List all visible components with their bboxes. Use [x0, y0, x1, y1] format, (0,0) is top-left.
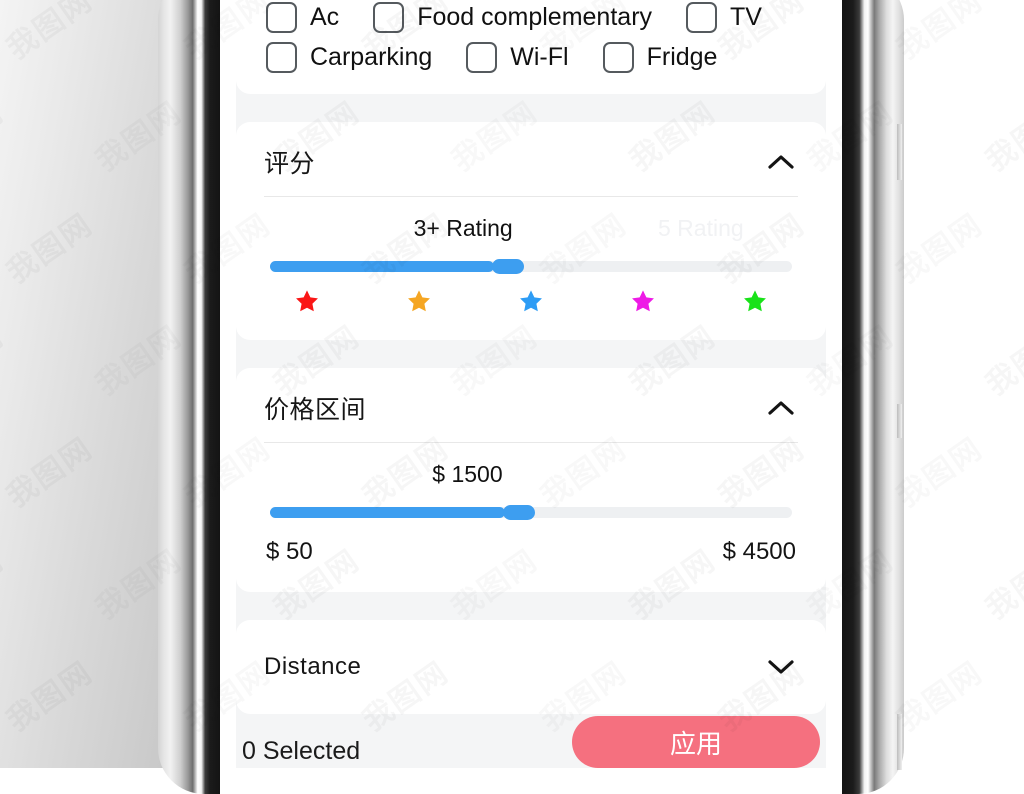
checkbox-item-wifi[interactable]: Wi-Fl: [466, 41, 569, 73]
price-current-value: $ 1500: [432, 461, 503, 487]
phone-button-volume-down: [897, 404, 902, 438]
rating-card-header[interactable]: 评分: [236, 122, 826, 196]
rating-slider-wrap: 3+ Rating 5 Rating: [236, 197, 826, 340]
selected-count-label: 0 Selected: [242, 737, 361, 765]
checkbox-tv[interactable]: [686, 1, 718, 33]
rating-value-line: 3+ Rating 5 Rating: [264, 215, 798, 253]
checkbox-item-tv[interactable]: TV: [686, 1, 762, 33]
star-icon-4[interactable]: [630, 288, 656, 314]
rating-slider-fill: [270, 261, 495, 272]
price-slider-wrap: $ 1500 $ 50 $ 4500: [236, 443, 826, 592]
checkbox-fridge[interactable]: [602, 41, 634, 73]
price-endpoints: $ 50 $ 4500: [264, 518, 798, 566]
phone-screen: Ac Food complementary TV Carparking Wi-F…: [236, 0, 826, 768]
phone-bezel-left: [158, 0, 220, 794]
amenities-row-2: Carparking Wi-Fl Fridge: [236, 34, 826, 80]
price-slider-thumb[interactable]: [502, 505, 535, 520]
rating-card: 评分 3+ Rating 5 Rating: [236, 122, 826, 340]
checkbox-food-complementary[interactable]: [373, 1, 405, 33]
checkbox-label-food-complementary: Food complementary: [417, 2, 653, 31]
phone-button-volume-up: [897, 124, 902, 180]
checkbox-label-wifi: Wi-Fl: [510, 42, 569, 71]
checkbox-wifi[interactable]: [466, 41, 498, 73]
amenities-row-1: Ac Food complementary TV: [236, 0, 826, 34]
price-slider-track[interactable]: [270, 505, 792, 520]
checkbox-item-fridge[interactable]: Fridge: [602, 41, 718, 73]
rating-slider-thumb[interactable]: [492, 259, 525, 274]
price-min-label: $ 50: [266, 538, 313, 565]
rating-current-value: 3+ Rating: [413, 215, 513, 241]
checkbox-label-fridge: Fridge: [646, 42, 718, 71]
phone-button-power: [897, 714, 902, 770]
apply-button[interactable]: 应用: [572, 716, 820, 768]
phone-bezel-right: [842, 0, 904, 794]
chevron-up-icon[interactable]: [764, 391, 798, 425]
star-icon-5[interactable]: [742, 288, 768, 314]
checkbox-item-carparking[interactable]: Carparking: [266, 41, 433, 73]
price-card-header[interactable]: 价格区间: [236, 368, 826, 442]
footer-bar: 0 Selected 应用: [236, 698, 826, 768]
rating-title: 评分: [264, 149, 316, 178]
rating-max-value-ghost: 5 Rating: [658, 215, 744, 241]
price-range-title: 价格区间: [264, 395, 367, 424]
distance-title: Distance: [264, 653, 362, 680]
star-icon-2[interactable]: [406, 288, 432, 314]
star-icon-1[interactable]: [294, 288, 320, 314]
checkbox-carparking[interactable]: [266, 41, 297, 73]
amenities-card: Ac Food complementary TV Carparking Wi-F…: [236, 0, 826, 94]
price-max-label: $ 4500: [722, 538, 796, 565]
checkbox-label-ac: Ac: [310, 2, 340, 31]
price-range-card: 价格区间 $ 1500 $ 50 $ 4500: [236, 368, 826, 592]
checkbox-item-ac[interactable]: Ac: [266, 1, 340, 33]
chevron-up-icon[interactable]: [764, 145, 798, 179]
checkbox-ac[interactable]: [266, 1, 297, 33]
checkbox-label-tv: TV: [730, 2, 762, 31]
checkbox-item-food-complementary[interactable]: Food complementary: [373, 1, 653, 33]
price-slider-fill: [270, 507, 505, 518]
checkbox-label-carparking: Carparking: [310, 42, 433, 71]
rating-slider-track[interactable]: [270, 259, 792, 274]
chevron-down-icon[interactable]: [764, 650, 798, 684]
star-icon-3[interactable]: [518, 288, 544, 314]
price-value-line: $ 1500: [264, 461, 798, 499]
rating-stars-row: [264, 272, 798, 314]
